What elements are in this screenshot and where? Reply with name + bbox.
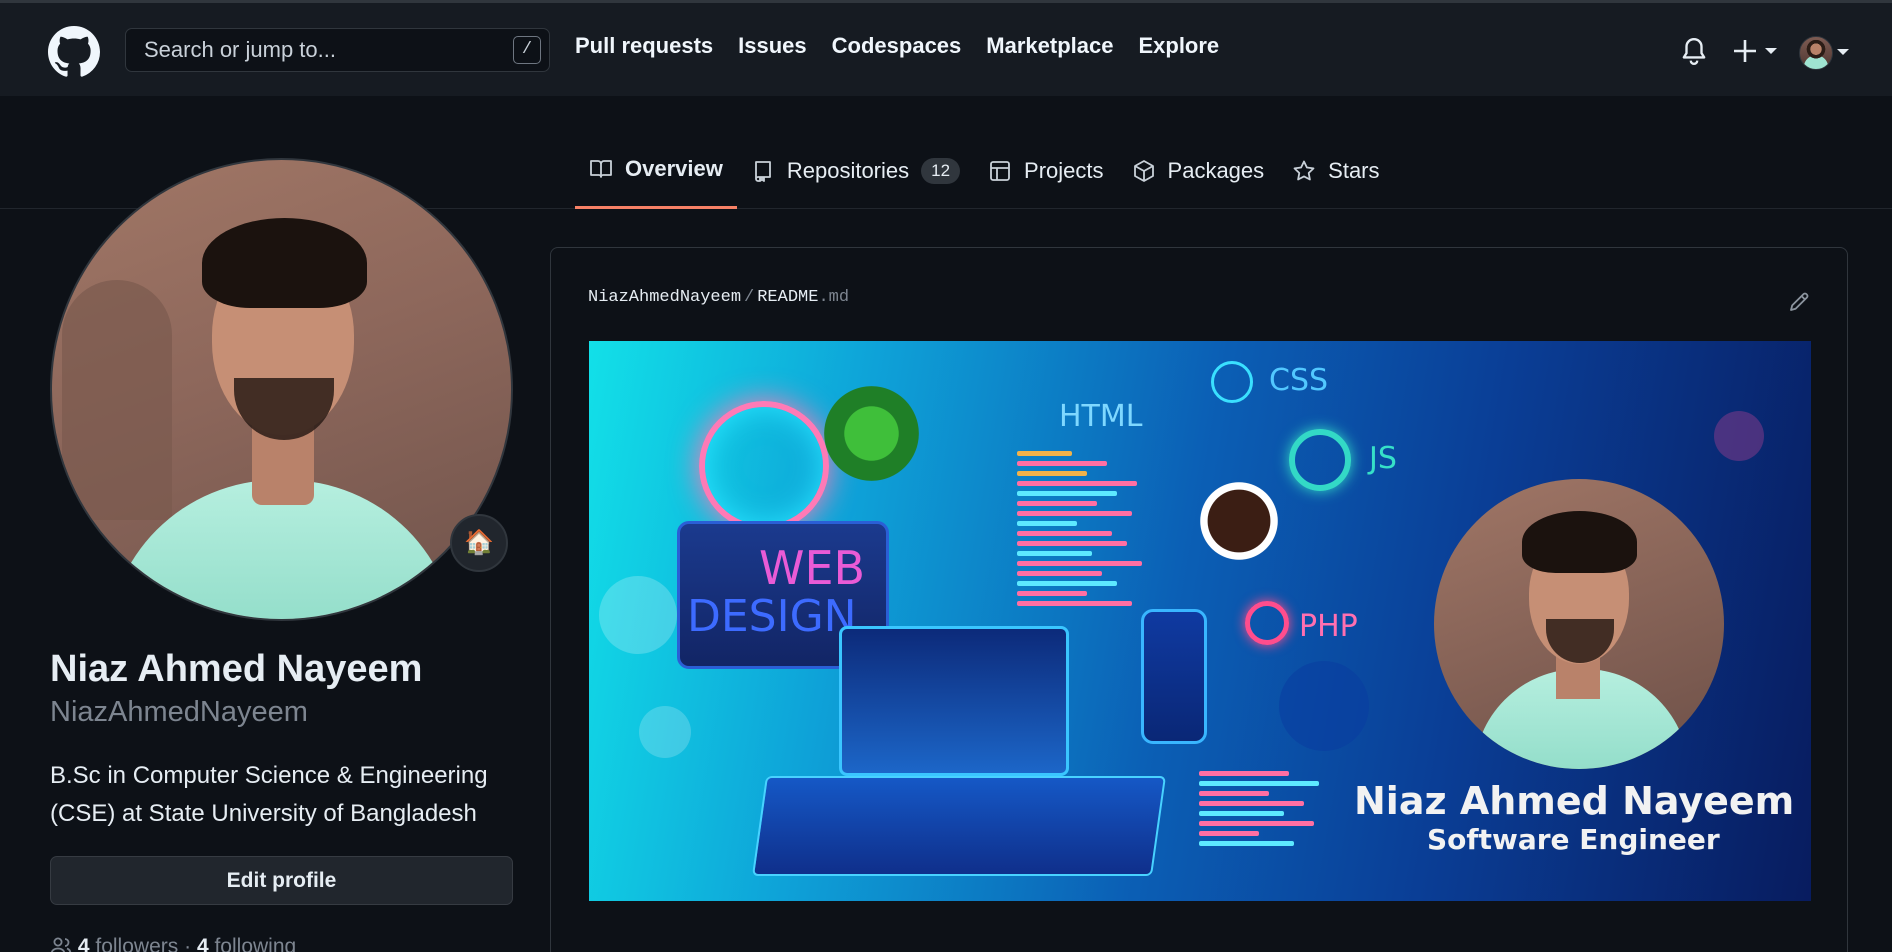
- profile-avatar[interactable]: [50, 158, 513, 621]
- banner-portrait: [1434, 479, 1724, 769]
- table-icon: [990, 160, 1010, 181]
- tab-overview[interactable]: Overview: [575, 150, 737, 209]
- banner-bubble: [1714, 411, 1764, 461]
- banner-plant: [824, 386, 919, 481]
- banner-code-lines: [1017, 451, 1147, 611]
- banner-laptop: [739, 626, 1167, 876]
- portrait-hair: [1522, 511, 1637, 573]
- banner-bubble: [599, 576, 677, 654]
- nav-issues[interactable]: Issues: [738, 33, 807, 59]
- banner-css-text: CSS: [1269, 363, 1329, 398]
- package-icon: [1133, 159, 1154, 182]
- search-box[interactable]: /: [125, 28, 550, 72]
- banner-code-lines: [1199, 771, 1329, 851]
- banner-job-title: Software Engineer: [1427, 823, 1720, 856]
- followers-label[interactable]: followers: [95, 935, 178, 952]
- readme-breadcrumb: NiazAhmedNayeem / README.md: [588, 288, 849, 307]
- search-input[interactable]: [144, 29, 504, 71]
- avatar[interactable]: [1799, 36, 1833, 70]
- tab-label: Projects: [1024, 157, 1104, 183]
- readme-filename[interactable]: README: [757, 288, 818, 307]
- book-icon: [590, 160, 612, 178]
- banner-glow: [699, 401, 829, 531]
- laptop-screen: [839, 626, 1069, 776]
- nav-codespaces[interactable]: Codespaces: [832, 33, 962, 59]
- banner-bubble: [639, 706, 691, 758]
- banner-bubble: [1279, 661, 1369, 751]
- avatar-hair: [202, 218, 367, 308]
- tab-packages[interactable]: Packages: [1118, 150, 1279, 209]
- banner-web-text: WEB: [759, 541, 866, 595]
- profile-bio: B.Sc in Computer Science & Engineering (…: [50, 762, 488, 827]
- banner-phone: [1141, 609, 1207, 744]
- github-logo-icon[interactable]: [48, 26, 100, 78]
- banner-name: Niaz Ahmed Nayeem: [1354, 779, 1795, 823]
- nav-explore[interactable]: Explore: [1138, 33, 1219, 59]
- followers-count[interactable]: 4: [78, 935, 90, 952]
- profile-full-name: Niaz Ahmed Nayeem: [50, 648, 423, 690]
- global-nav: Pull requests Issues Codespaces Marketpl…: [575, 33, 1219, 59]
- readme-owner-link[interactable]: NiazAhmedNayeem: [588, 288, 741, 307]
- repo-count-badge: 12: [921, 157, 961, 184]
- global-header: / Pull requests Issues Codespaces Market…: [0, 3, 1892, 96]
- edit-profile-button[interactable]: Edit profile: [50, 856, 513, 905]
- profile-tabs: Overview Repositories 12 Projects Packag…: [575, 150, 1394, 209]
- banner-ring: [1211, 361, 1253, 403]
- tab-label: Packages: [1167, 157, 1265, 183]
- status-emoji-button[interactable]: 🏠: [450, 514, 508, 572]
- follow-separator: ·: [184, 935, 192, 952]
- plus-icon[interactable]: [1731, 36, 1783, 66]
- nav-pull-requests[interactable]: Pull requests: [575, 33, 713, 59]
- avatar-background: [62, 280, 172, 520]
- following-count[interactable]: 4: [197, 935, 209, 952]
- banner-ring: [1245, 601, 1289, 645]
- tab-label: Stars: [1328, 157, 1380, 183]
- banner-ring: [1289, 429, 1351, 491]
- tab-label: Repositories: [786, 157, 910, 183]
- repo-icon: [754, 160, 771, 182]
- people-icon: [50, 937, 72, 952]
- readme-card: NiazAhmedNayeem / README.md WEB DESIGN HTM…: [550, 247, 1848, 952]
- bell-icon[interactable]: [1681, 36, 1707, 66]
- profile-username: NiazAhmedNayeem: [50, 696, 308, 728]
- avatar-beard: [234, 378, 334, 440]
- banner-coffee-cup: [1199, 481, 1279, 561]
- nav-marketplace[interactable]: Marketplace: [986, 33, 1113, 59]
- tab-label: Overview: [625, 156, 723, 181]
- chevron-down-icon[interactable]: [1837, 49, 1849, 55]
- tab-repositories[interactable]: Repositories 12: [737, 150, 974, 209]
- pencil-icon[interactable]: [1787, 290, 1811, 314]
- banner-php-text: PHP: [1299, 609, 1358, 644]
- laptop-keyboard: [751, 776, 1167, 876]
- readme-extension: .md: [818, 288, 850, 307]
- following-label[interactable]: following: [214, 935, 296, 952]
- tab-stars[interactable]: Stars: [1278, 150, 1393, 209]
- banner-js-text: JS: [1369, 441, 1397, 476]
- search-shortcut-hint: /: [513, 36, 541, 64]
- breadcrumb-separator: /: [744, 288, 755, 307]
- star-icon: [1293, 160, 1315, 180]
- follow-stats: 4 followers · 4 following: [50, 935, 296, 952]
- tab-projects[interactable]: Projects: [974, 150, 1117, 209]
- readme-banner-image: WEB DESIGN HTML CSS JS PHP Niaz Ahmed Na…: [589, 341, 1811, 901]
- banner-html-text: HTML: [1059, 399, 1143, 434]
